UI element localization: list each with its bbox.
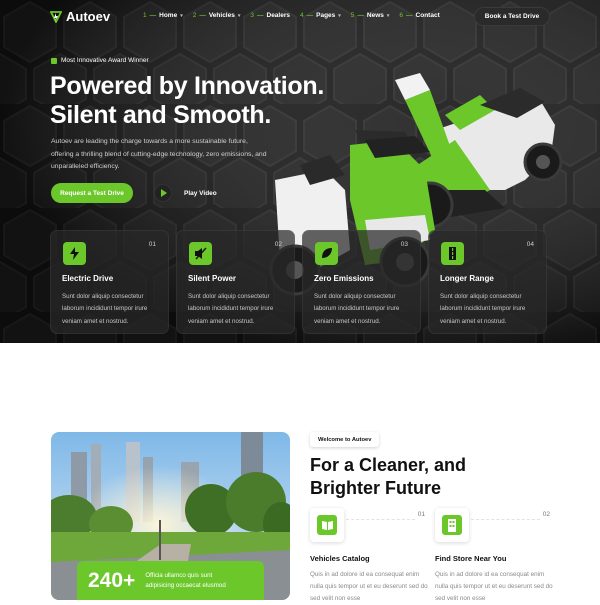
menu-dash: — <box>306 12 314 19</box>
menu-item-contact[interactable]: 6— Contact <box>399 12 439 19</box>
top-navbar: Autoev 1— Home ▾ 2— Vehicles ▾ 3— Dealer… <box>0 0 600 34</box>
section-title: For a Cleaner, and Brighter Future <box>310 454 570 500</box>
play-video-label: Play Video <box>184 189 217 197</box>
feature-number: 03 <box>400 241 408 248</box>
lightning-icon <box>63 242 86 265</box>
menu-label: Contact <box>415 12 440 19</box>
feature-title: Zero Emissions <box>314 274 374 283</box>
award-badge: Most Innovative Award Winner <box>51 57 149 64</box>
feature-card-electric-drive: 01 Electric Drive Sunt dolor aliquip con… <box>50 230 169 334</box>
info-card-vehicles-catalog[interactable]: 01 Vehicles Catalog Quis in ad dolore id… <box>310 508 428 602</box>
feature-title: Silent Power <box>188 274 237 283</box>
menu-number: 4 <box>300 12 304 19</box>
menu-label: News <box>366 12 384 19</box>
award-text: Most Innovative Award Winner <box>61 57 149 64</box>
menu-item-vehicles[interactable]: 2— Vehicles ▾ <box>193 12 241 19</box>
feature-card-zero-emissions: 03 Zero Emissions Sunt dolor aliquip con… <box>302 230 421 334</box>
feature-card-longer-range: 04 Longer Range Sunt dolor aliquip conse… <box>428 230 547 334</box>
leaf-icon <box>315 242 338 265</box>
menu-dash: — <box>357 12 364 19</box>
award-icon <box>51 57 57 64</box>
menu-label: Dealers <box>266 12 291 19</box>
hero-section: Autoev 1— Home ▾ 2— Vehicles ▾ 3— Dealer… <box>0 0 600 343</box>
catalog-book-icon <box>310 508 344 542</box>
menu-dash: — <box>257 12 264 19</box>
features-row: 01 Electric Drive Sunt dolor aliquip con… <box>50 230 547 334</box>
logo[interactable]: Autoev <box>50 9 110 24</box>
play-icon <box>154 184 172 202</box>
section-title-line-1: For a Cleaner, and <box>310 455 467 475</box>
feature-card-silent-power: 02 Silent Power Sunt dolor aliquip conse… <box>176 230 295 334</box>
menu-dash: — <box>149 12 157 19</box>
road-icon <box>441 242 464 265</box>
feature-title: Electric Drive <box>62 274 114 283</box>
feature-number: 01 <box>148 241 156 248</box>
feature-description: Sunt dolor aliquip consectetur laborum i… <box>188 293 274 325</box>
feature-number: 02 <box>274 241 282 248</box>
info-card-find-store[interactable]: 02 Find Store Near You Quis in ad dolore… <box>435 508 553 602</box>
dashed-divider <box>471 519 540 520</box>
logo-text: Autoev <box>66 9 111 24</box>
chevron-down-icon: ▾ <box>386 12 390 19</box>
chevron-down-icon: ▾ <box>180 12 183 19</box>
chevron-down-icon: ▾ <box>338 12 341 19</box>
card-title: Find Store Near You <box>435 554 507 563</box>
menu-item-news[interactable]: 5— News ▾ <box>351 12 390 19</box>
chevron-down-icon: ▾ <box>237 12 241 19</box>
menu-number: 5 <box>350 12 355 19</box>
stats-badge: 240+ Officia ullamco quis sunt adipisici… <box>77 561 264 600</box>
menu-item-dealers[interactable]: 3— Dealers <box>250 12 290 19</box>
feature-description: Sunt dolor aliquip consectetur laborum i… <box>62 293 148 325</box>
dashed-divider <box>346 519 415 520</box>
play-video-button[interactable]: Play Video <box>154 184 217 202</box>
stat-text: Officia ullamco quis sunt adipisicing oc… <box>145 571 226 589</box>
mute-speaker-icon <box>189 242 212 265</box>
request-test-drive-button[interactable]: Request a Test Drive <box>51 183 133 203</box>
feature-description: Sunt dolor aliquip consectetur laborum i… <box>314 293 400 325</box>
menu-number: 6 <box>399 12 404 19</box>
welcome-badge: Welcome to Autoev <box>310 432 380 447</box>
feature-description: Sunt dolor aliquip consectetur laborum i… <box>440 293 526 325</box>
section-title-line-2: Brighter Future <box>310 478 442 498</box>
menu-item-home[interactable]: 1— Home ▾ <box>143 12 183 19</box>
menu-label: Home <box>159 12 178 19</box>
menu-dash: — <box>199 12 206 19</box>
store-building-icon <box>435 508 469 542</box>
card-number: 02 <box>542 511 550 518</box>
menu-label: Vehicles <box>208 12 235 19</box>
menu-label: Pages <box>316 12 336 19</box>
menu-number: 2 <box>192 12 197 19</box>
feature-number: 04 <box>526 241 534 248</box>
stat-value: 240+ <box>88 568 136 592</box>
hero-description: Autoev are leading the charge towards a … <box>51 138 267 170</box>
menu-number: 3 <box>250 12 254 19</box>
logo-icon <box>50 10 62 23</box>
card-number: 01 <box>417 511 425 518</box>
menu-item-pages[interactable]: 4— Pages ▾ <box>300 12 341 19</box>
menu-dash: — <box>406 12 413 19</box>
menu-number: 1 <box>143 12 147 19</box>
main-menu: 1— Home ▾ 2— Vehicles ▾ 3— Dealers 4— Pa… <box>143 12 440 19</box>
feature-title: Longer Range <box>440 274 494 283</box>
book-test-drive-button[interactable]: Book a Test Drive <box>474 7 550 26</box>
card-title: Vehicles Catalog <box>310 554 370 563</box>
